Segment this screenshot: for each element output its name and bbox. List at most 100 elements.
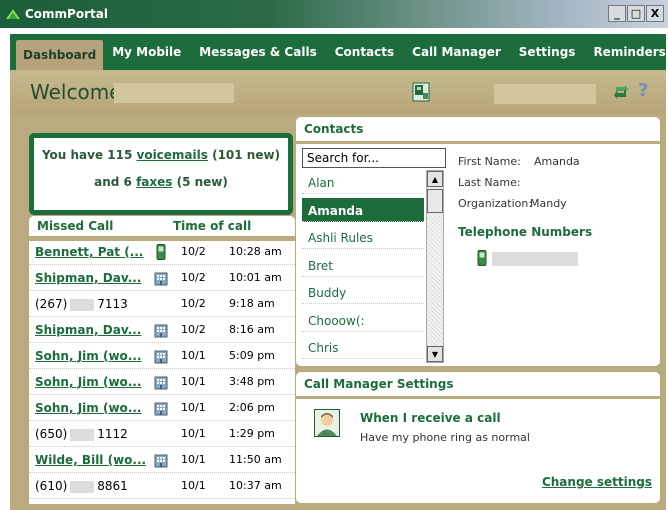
- mobile-phone-icon: [477, 250, 487, 266]
- area-code: (267): [35, 297, 68, 311]
- tab-reminders[interactable]: Reminders: [584, 34, 668, 70]
- faxes-link[interactable]: faxes: [136, 175, 172, 189]
- caller-name-link[interactable]: Bennett, Pat (...: [35, 245, 143, 259]
- missed-call-row: (267) 7113 10/2 9:18 am: [29, 293, 295, 317]
- caller-name-link[interactable]: Sohn, Jim (wo...: [35, 375, 141, 389]
- call-date: 10/2: [181, 271, 206, 284]
- refresh-icon[interactable]: [613, 83, 629, 101]
- redacted-digits: [70, 428, 95, 441]
- fax-prefix: and 6: [94, 175, 137, 189]
- last-name-label: Last Name:: [458, 176, 521, 189]
- call-time: 5:09 pm: [229, 349, 275, 362]
- help-icon[interactable]: ?: [638, 80, 648, 101]
- caller-number: (610) 8861: [35, 479, 128, 493]
- redacted-digits: [70, 480, 95, 493]
- welcome-row: Welcome, ?: [10, 70, 666, 114]
- scroll-thumb[interactable]: [427, 189, 443, 213]
- call-time: 1:29 pm: [229, 427, 275, 440]
- missed-call-row: Sohn, Jim (wo... 10/1 3:48 pm: [29, 371, 295, 395]
- caller-name-link[interactable]: Shipman, Dav...: [35, 323, 141, 337]
- call-time: 8:16 am: [229, 323, 275, 336]
- missed-calls-list: Bennett, Pat (... 10/2 10:28 am Shipman, Da…: [29, 241, 295, 504]
- call-date: 10/1: [181, 401, 206, 414]
- call-manager-settings-panel: When I receive a call Have my phone ring…: [296, 399, 660, 503]
- redacted-telephone-number: [492, 252, 578, 266]
- scroll-up-button[interactable]: ▲: [427, 171, 443, 187]
- call-manager-settings-header: Call Manager Settings: [296, 372, 660, 396]
- office-building-icon: [154, 402, 168, 416]
- maximize-button[interactable]: □: [627, 5, 645, 22]
- call-time: 3:48 pm: [229, 375, 275, 388]
- office-building-icon: [154, 376, 168, 390]
- contacts-scrollbar[interactable]: ▲ ▼: [426, 170, 444, 363]
- organization-label: Organization:: [458, 197, 533, 210]
- caller-name-link[interactable]: Shipman, Dav...: [35, 271, 141, 285]
- contact-list-item[interactable]: Chooow(:: [302, 308, 424, 332]
- mobile-phone-icon: [156, 244, 166, 260]
- tab-messages-calls[interactable]: Messages & Calls: [190, 34, 325, 70]
- change-settings-link[interactable]: Change settings: [542, 475, 652, 489]
- contact-list-item[interactable]: Ashli Rules: [302, 225, 424, 249]
- first-name-label: First Name:: [458, 155, 521, 168]
- call-date: 10/2: [181, 245, 206, 258]
- contact-list-item[interactable]: Alan: [302, 170, 424, 194]
- window-controls: _ □ X: [608, 5, 664, 22]
- missed-call-row: Sohn, Jim (wo... 10/1 2:06 pm: [29, 397, 295, 421]
- phone-directory-icon[interactable]: [412, 82, 430, 102]
- number-suffix: 1112: [97, 427, 128, 441]
- call-rule-title: When I receive a call: [360, 411, 501, 425]
- missed-call-row: (650) 1112 10/1 1:29 pm: [29, 423, 295, 447]
- voicemails-link[interactable]: voicemails: [137, 148, 208, 162]
- caller-number: (650) 1112: [35, 427, 128, 441]
- call-date: 10/1: [181, 479, 206, 492]
- call-time: 11:50 am: [229, 453, 282, 466]
- missed-call-row: Wilde, Bill (wo... 10/1 11:50 am: [29, 449, 295, 473]
- tab-dashboard[interactable]: Dashboard: [16, 40, 104, 70]
- title-bar: CommPortal _ □ X: [0, 0, 668, 28]
- tab-settings[interactable]: Settings: [510, 34, 585, 70]
- voicemail-count-new: (101 new): [207, 148, 281, 162]
- number-suffix: 7113: [97, 297, 128, 311]
- tab-call-manager[interactable]: Call Manager: [403, 34, 510, 70]
- tab-contacts[interactable]: Contacts: [326, 34, 403, 70]
- contact-list-item[interactable]: Chris: [302, 335, 424, 359]
- missed-call-row: Bennett, Pat (... 10/2 10:28 am: [29, 241, 295, 265]
- contacts-search-input[interactable]: Search for...: [302, 148, 446, 168]
- office-building-icon: [154, 272, 168, 286]
- call-date: 10/1: [181, 453, 206, 466]
- missed-call-row: (610) 8861 10/1 10:37 am: [29, 475, 295, 499]
- close-button[interactable]: X: [646, 5, 664, 22]
- caller-name-link[interactable]: Wilde, Bill (wo...: [35, 453, 146, 467]
- caller-number: (267) 7113: [35, 297, 128, 311]
- contact-list-item[interactable]: Buddy: [302, 280, 424, 304]
- telephone-numbers-title: Telephone Numbers: [458, 225, 593, 239]
- minimize-button[interactable]: _: [608, 5, 626, 22]
- office-building-icon: [154, 324, 168, 338]
- redacted-digits: [70, 298, 95, 311]
- redacted-phone-number: [494, 84, 596, 104]
- contacts-panel: Search for... Alan Amanda Ashli Rules Bret B…: [296, 144, 660, 366]
- tab-my-mobile[interactable]: My Mobile: [103, 34, 190, 70]
- caller-name-link[interactable]: Sohn, Jim (wo...: [35, 349, 141, 363]
- contacts-list: Alan Amanda Ashli Rules Bret Buddy Chooow(: Ch…: [302, 170, 424, 364]
- call-date: 10/1: [181, 349, 206, 362]
- voicemail-line: You have 115 voicemails (101 new): [34, 148, 288, 162]
- missed-call-row: Sohn, Jim (wo... 10/1 5:09 pm: [29, 345, 295, 369]
- call-date: 10/2: [181, 297, 206, 310]
- missed-call-column-header[interactable]: Missed Call: [37, 219, 113, 233]
- missed-calls-header: Missed Call Time of call: [29, 216, 295, 236]
- dashboard-content: Welcome, ? You have 115 voicemails (101 …: [10, 70, 666, 510]
- voicemail-summary: You have 115 voicemails (101 new) and 6 …: [29, 133, 293, 215]
- time-of-call-column-header[interactable]: Time of call: [173, 219, 251, 233]
- area-code: (610): [35, 479, 68, 493]
- call-rule-description: Have my phone ring as normal: [360, 431, 530, 444]
- contact-list-item[interactable]: Amanda: [302, 197, 424, 222]
- redacted-user-name: [114, 83, 234, 103]
- commportal-logo-icon: [6, 9, 20, 19]
- caller-name-link[interactable]: Sohn, Jim (wo...: [35, 401, 141, 415]
- window-title: CommPortal: [25, 7, 108, 21]
- fax-line: and 6 faxes (5 new): [34, 175, 288, 189]
- contact-list-item[interactable]: Bret: [302, 253, 424, 277]
- scroll-down-button[interactable]: ▼: [427, 346, 443, 362]
- call-date: 10/1: [181, 427, 206, 440]
